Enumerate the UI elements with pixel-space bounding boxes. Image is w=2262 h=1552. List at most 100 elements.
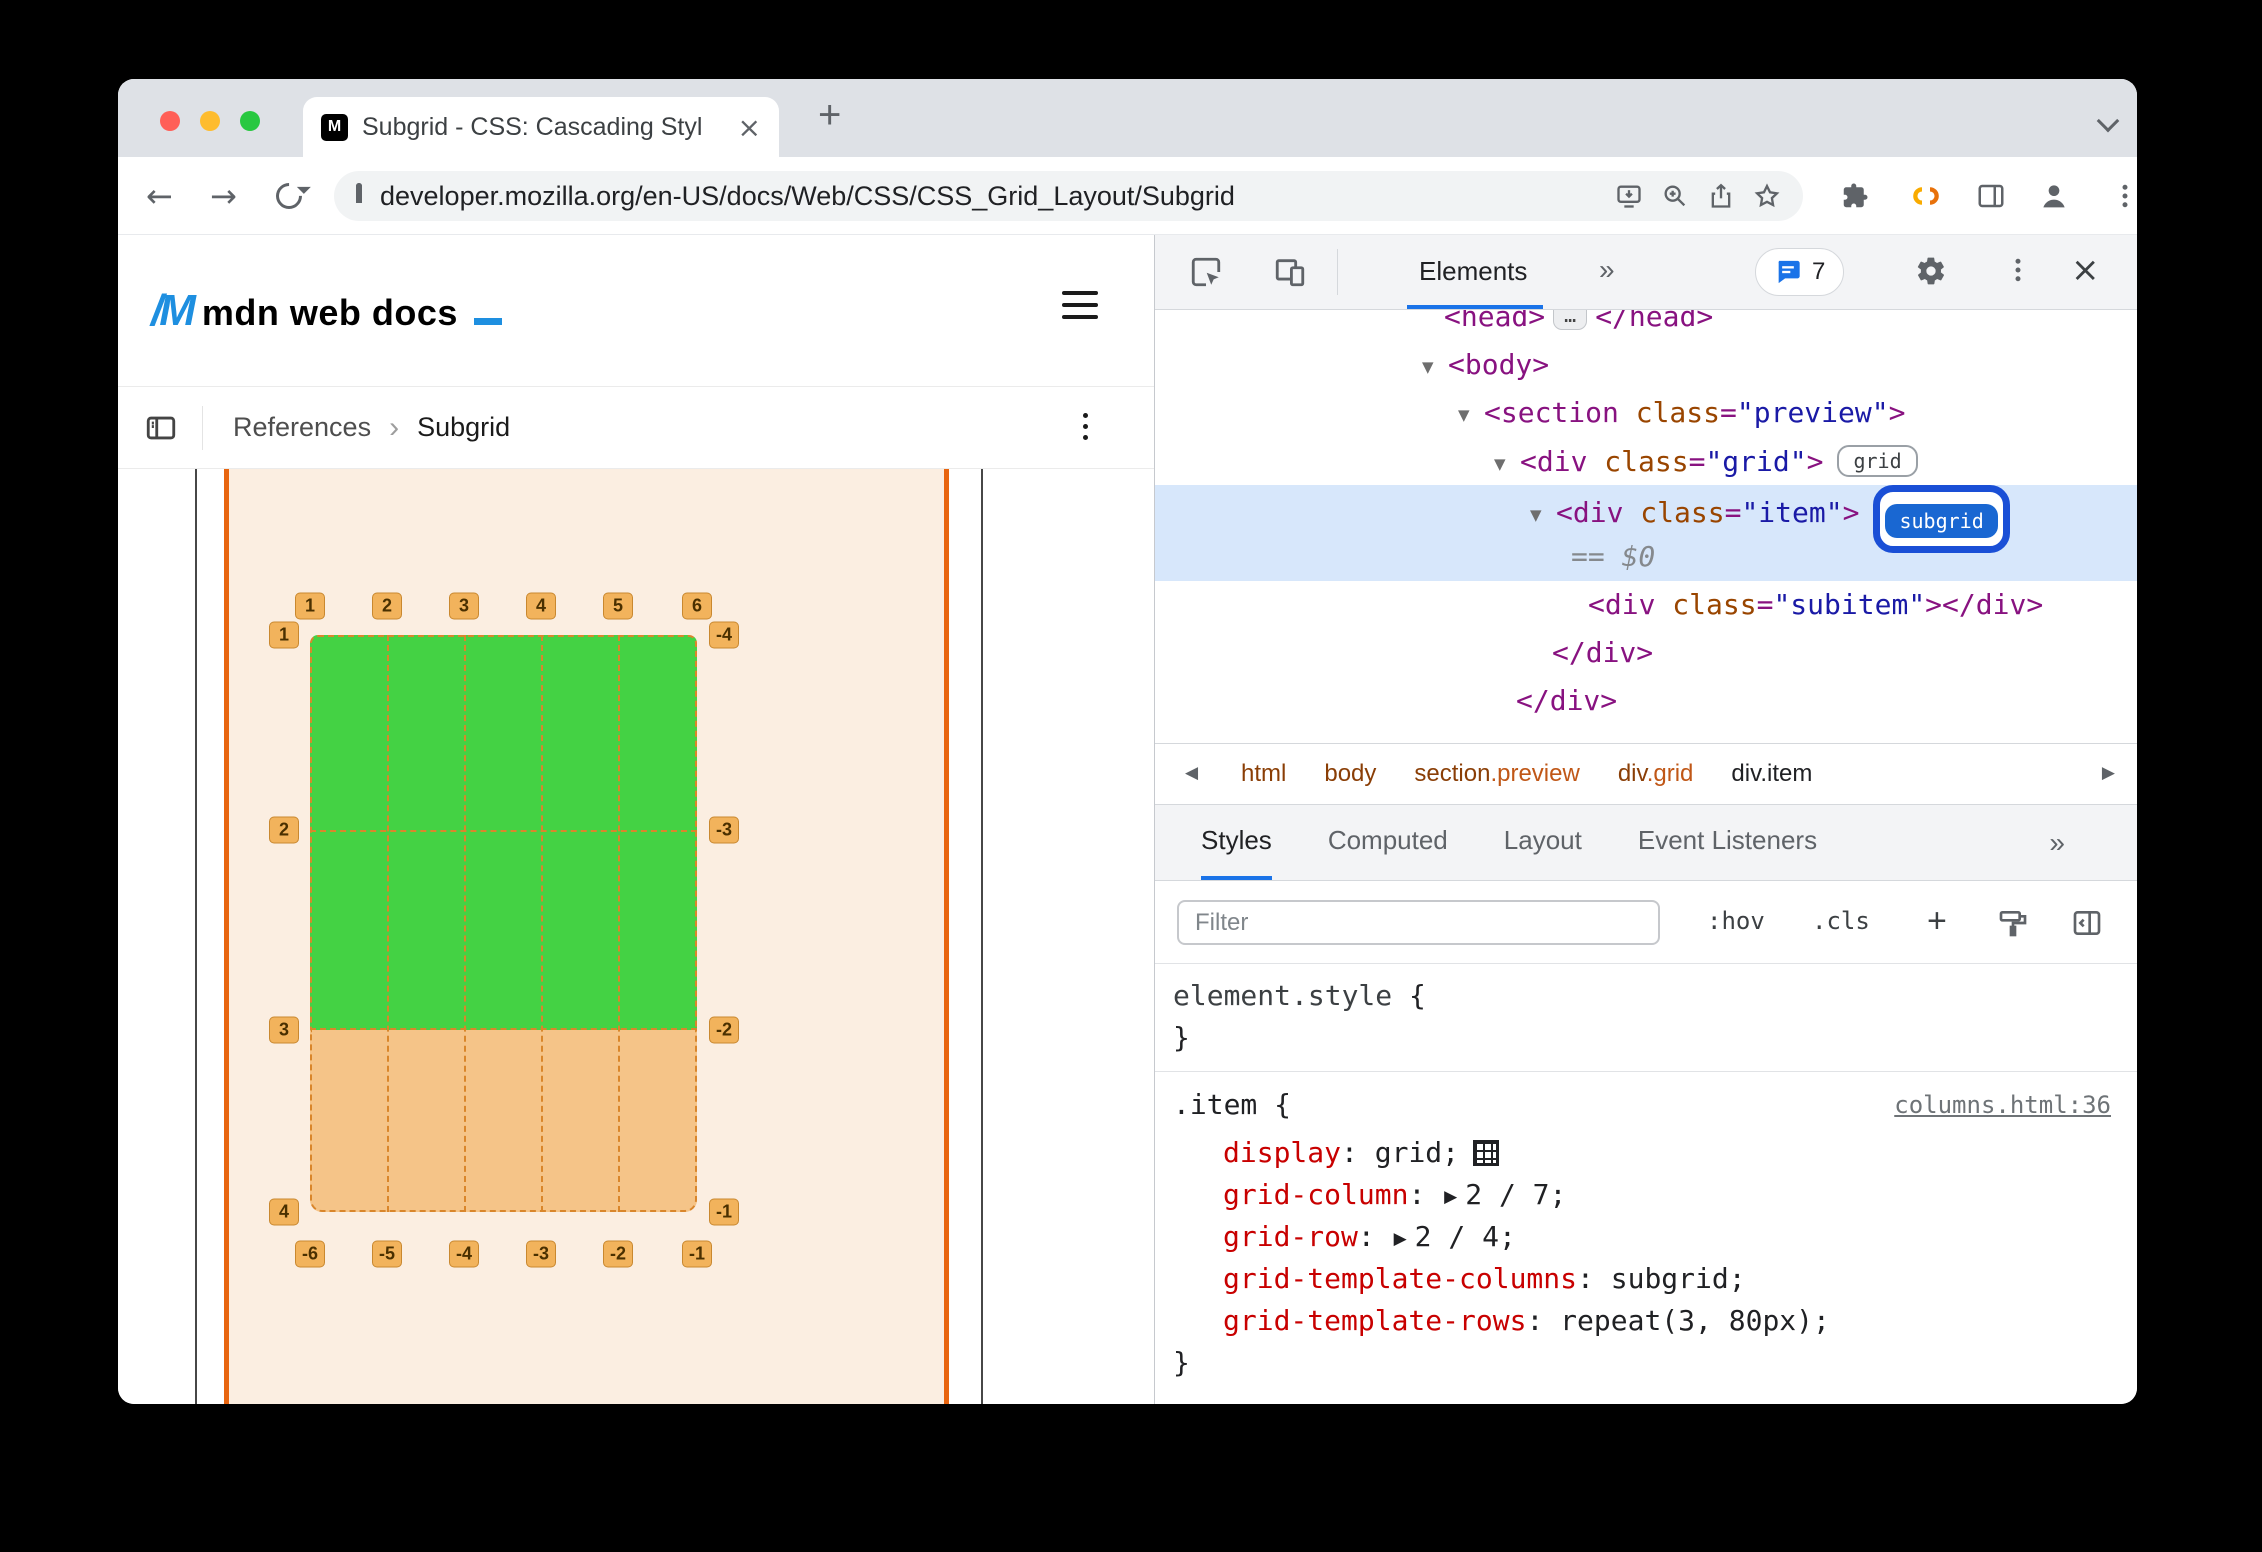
bookmark-star-icon[interactable] — [1753, 182, 1781, 210]
column-line-label-bottom: -4 — [449, 1240, 479, 1268]
dom-tree-line[interactable]: ▼ <body> — [1155, 341, 2137, 389]
address-bar[interactable]: developer.mozilla.org/en-US/docs/Web/CSS… — [334, 171, 1803, 221]
install-icon[interactable] — [1615, 182, 1643, 210]
lock-icon[interactable] — [356, 183, 362, 204]
mdn-logo[interactable]: /M mdn web docs — [151, 286, 502, 336]
browser-tab[interactable]: M Subgrid - CSS: Cascading Styl × — [303, 97, 779, 157]
grid-badge[interactable]: grid — [1837, 445, 1918, 477]
expand-shorthand-icon[interactable]: ▶ — [1394, 1218, 1407, 1260]
tab-computed[interactable]: Computed — [1328, 805, 1448, 880]
tab-elements[interactable]: Elements — [1419, 235, 1527, 310]
dom-token: <body> — [1448, 348, 1550, 381]
dom-token: ▼ — [1458, 406, 1470, 424]
dom-crumb-body[interactable]: body — [1324, 760, 1376, 788]
reload-button[interactable] — [270, 157, 308, 235]
css-property-grid-column[interactable]: grid-column: ▶ 2 / 7; — [1155, 1174, 2137, 1216]
dom-crumb-div.grid[interactable]: div.grid — [1618, 760, 1694, 788]
dom-tree-line[interactable]: ▼ <section class="preview"> — [1155, 389, 2137, 437]
dom-crumb-div.item[interactable]: div.item — [1731, 760, 1812, 788]
dom-tree-line[interactable]: <head> … </head> — [1155, 310, 2137, 341]
tab-search-chevron-icon[interactable] — [2096, 109, 2120, 133]
colab-extension-icon[interactable] — [1910, 157, 1942, 235]
dom-tree-line[interactable]: <div class="subitem"></div> — [1155, 581, 2137, 629]
expand-shorthand-icon[interactable]: ▶ — [1444, 1176, 1457, 1218]
dom-tree: <head>… </head> ▼ <body> ▼ <section class="pr… — [1155, 310, 2137, 743]
grid-container-right-edge — [944, 469, 949, 1404]
more-panels-chevron[interactable]: » — [1599, 235, 1617, 310]
tab-styles[interactable]: Styles — [1201, 805, 1272, 880]
hamburger-menu-icon[interactable] — [1062, 291, 1098, 327]
side-panel-icon[interactable] — [1976, 157, 2006, 235]
breadcrumb-separator: › — [389, 410, 400, 444]
inspect-element-icon[interactable] — [1189, 255, 1223, 289]
dom-token: ▼ — [1494, 455, 1506, 473]
profile-avatar[interactable] — [2038, 157, 2070, 235]
column-line-label-bottom: -1 — [682, 1240, 712, 1268]
tab-close-icon[interactable]: × — [738, 111, 761, 144]
tab-title: Subgrid - CSS: Cascading Styl — [362, 112, 703, 141]
css-property-grid-template-rows[interactable]: grid-template-rows: repeat(3, 80px); — [1155, 1300, 2137, 1342]
css-property-grid-template-columns[interactable]: grid-template-columns: subgrid; — [1155, 1258, 2137, 1300]
new-tab-button[interactable]: + — [818, 93, 841, 138]
crumbs-scroll-right-icon[interactable]: ▶ — [2102, 744, 2115, 805]
maximize-window-button[interactable] — [240, 111, 260, 131]
tab-event-listeners[interactable]: Event Listeners — [1638, 805, 1817, 880]
toggle-cls-button[interactable]: .cls — [1812, 881, 1870, 964]
row-line-label-right: -1 — [709, 1198, 739, 1226]
mdn-breadcrumb-bar: References › Subgrid — [118, 387, 1154, 469]
dom-crumb-html[interactable]: html — [1241, 760, 1286, 788]
dom-token: "item" — [1741, 496, 1843, 529]
toggle-hov-button[interactable]: :hov — [1707, 881, 1765, 964]
dom-tree-line[interactable]: </div> — [1155, 677, 2137, 725]
new-style-rule-button[interactable]: + — [1927, 881, 1947, 964]
device-toolbar-icon[interactable] — [1273, 255, 1307, 289]
computed-sidebar-toggle-icon[interactable] — [2071, 907, 2103, 939]
crumb-tag: div — [1617, 760, 1647, 787]
element-style-rule[interactable]: element.style { — [1155, 975, 2137, 1017]
forward-button[interactable]: → — [210, 157, 237, 235]
article-actions-kebab-icon[interactable] — [1083, 413, 1088, 446]
element-style-selector: element.style — [1173, 979, 1393, 1012]
minimize-window-button[interactable] — [200, 111, 220, 131]
settings-gear-icon[interactable] — [1915, 255, 1947, 287]
styles-filter-input[interactable] — [1177, 900, 1660, 945]
item-rule-selector-line[interactable]: .item { — [1155, 1084, 1291, 1126]
breadcrumb-references[interactable]: References — [233, 412, 371, 443]
grid-container-left-edge — [224, 469, 229, 1404]
share-icon[interactable] — [1707, 182, 1735, 210]
extensions-puzzle-icon[interactable] — [1840, 157, 1870, 235]
dom-token: = — [1724, 496, 1742, 529]
more-style-tabs-chevron[interactable]: » — [2049, 805, 2137, 880]
example-frame-left-border — [195, 469, 197, 1404]
close-window-button[interactable] — [160, 111, 180, 131]
dom-tree-line[interactable]: </div> — [1155, 629, 2137, 677]
dom-token: <div — [1556, 496, 1641, 529]
devtools-menu-kebab-icon[interactable] — [2003, 255, 2033, 285]
dom-tree-line[interactable]: ▼ <div class="item"> subgrid — [1155, 485, 2137, 553]
crumbs-scroll-left-icon[interactable]: ◀ — [1185, 744, 1198, 805]
css-property-grid-row[interactable]: grid-row: ▶ 2 / 4; — [1155, 1216, 2137, 1258]
dom-tree-line[interactable]: ▼ <div class="grid"> grid — [1155, 437, 2137, 485]
back-button[interactable]: ← — [146, 157, 173, 235]
rendering-emulation-icon[interactable] — [1997, 907, 2029, 939]
tab-layout[interactable]: Layout — [1504, 805, 1582, 880]
mdn-logo-mark: /M — [151, 285, 196, 335]
dom-token: "preview" — [1736, 396, 1889, 429]
rule-source-link[interactable]: columns.html:36 — [1894, 1091, 2137, 1119]
subgrid-green-area — [310, 635, 697, 1030]
console-messages-badge[interactable]: 7 — [1755, 248, 1845, 296]
sidebar-toggle-icon[interactable] — [144, 411, 178, 445]
devtools-close-icon[interactable]: × — [2071, 235, 2100, 310]
css-property-display[interactable]: display: grid; — [1155, 1132, 2137, 1174]
grid-column-line — [541, 635, 543, 1212]
zoom-icon[interactable] — [1661, 182, 1689, 210]
column-line-label-top: 3 — [449, 592, 479, 620]
column-line-label-bottom: -6 — [295, 1240, 325, 1268]
tab-strip: M Subgrid - CSS: Cascading Styl × + — [118, 79, 2137, 157]
subgrid-badge[interactable]: subgrid — [1885, 504, 1998, 538]
dom-token: … — [1553, 310, 1588, 330]
browser-menu-kebab-icon[interactable] — [2110, 157, 2137, 235]
grid-editor-icon[interactable] — [1473, 1140, 1500, 1166]
active-tab-underline — [1407, 305, 1543, 309]
dom-crumb-section.preview[interactable]: section.preview — [1414, 760, 1579, 788]
